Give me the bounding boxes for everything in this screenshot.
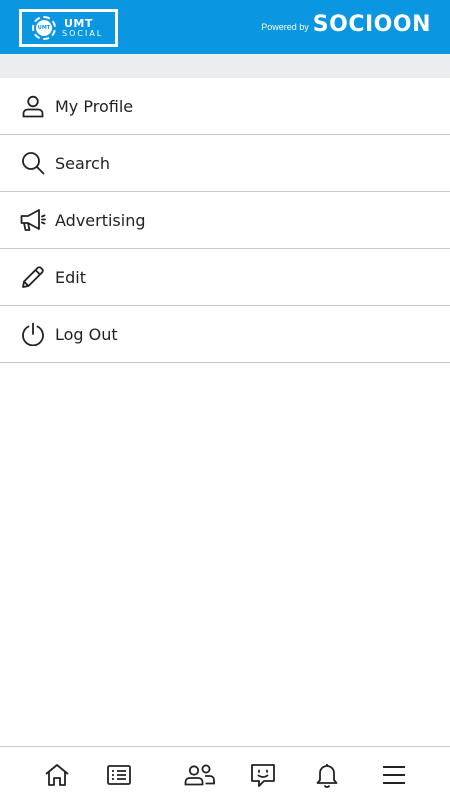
bottom-navigation bbox=[0, 746, 450, 800]
nav-home-button[interactable] bbox=[43, 761, 71, 789]
powered-by-label: Powered by bbox=[261, 21, 309, 32]
megaphone-icon bbox=[20, 207, 46, 233]
power-icon bbox=[20, 321, 46, 347]
socioon-brand: SOCIOON bbox=[312, 12, 431, 37]
menu-item-edit[interactable]: Edit bbox=[0, 249, 450, 306]
menu-item-log-out[interactable]: Log Out bbox=[0, 306, 450, 363]
chat-icon bbox=[251, 764, 275, 787]
search-icon bbox=[20, 150, 46, 176]
logo-emblem-text: UMT bbox=[36, 20, 52, 36]
nav-feed-button[interactable] bbox=[105, 761, 133, 789]
user-icon bbox=[20, 93, 46, 119]
settings-menu: My Profile Search Advertising Edit Log O… bbox=[0, 78, 450, 363]
header-spacer bbox=[0, 54, 450, 78]
menu-label-advertising: Advertising bbox=[55, 210, 146, 230]
nav-menu-button[interactable] bbox=[380, 761, 408, 789]
pencil-icon bbox=[20, 264, 46, 290]
app-header: UMT UMT SOCIAL Powered by SOCIOON bbox=[0, 0, 450, 54]
home-icon bbox=[45, 764, 69, 786]
menu-label-my-profile: My Profile bbox=[55, 96, 134, 116]
nav-friends-button[interactable] bbox=[184, 761, 216, 789]
logo-title: UMT bbox=[64, 17, 93, 30]
nav-notifications-button[interactable] bbox=[313, 761, 341, 789]
menu-icon bbox=[383, 766, 405, 784]
menu-item-advertising[interactable]: Advertising bbox=[0, 192, 450, 249]
menu-label-search: Search bbox=[55, 153, 110, 173]
menu-label-log-out: Log Out bbox=[55, 324, 118, 344]
umt-social-logo[interactable]: UMT UMT SOCIAL bbox=[19, 9, 118, 47]
logo-subtitle: SOCIAL bbox=[62, 29, 104, 38]
logo-text: UMT SOCIAL bbox=[62, 18, 103, 38]
menu-item-search[interactable]: Search bbox=[0, 135, 450, 192]
menu-label-edit: Edit bbox=[55, 267, 86, 287]
list-icon bbox=[107, 765, 131, 785]
nav-messages-button[interactable] bbox=[249, 761, 277, 789]
people-icon bbox=[184, 764, 215, 786]
bell-icon bbox=[316, 764, 338, 788]
powered-by-socioon: Powered by SOCIOON bbox=[261, 14, 431, 36]
logo-emblem-icon: UMT bbox=[32, 16, 56, 40]
menu-item-my-profile[interactable]: My Profile bbox=[0, 78, 450, 135]
